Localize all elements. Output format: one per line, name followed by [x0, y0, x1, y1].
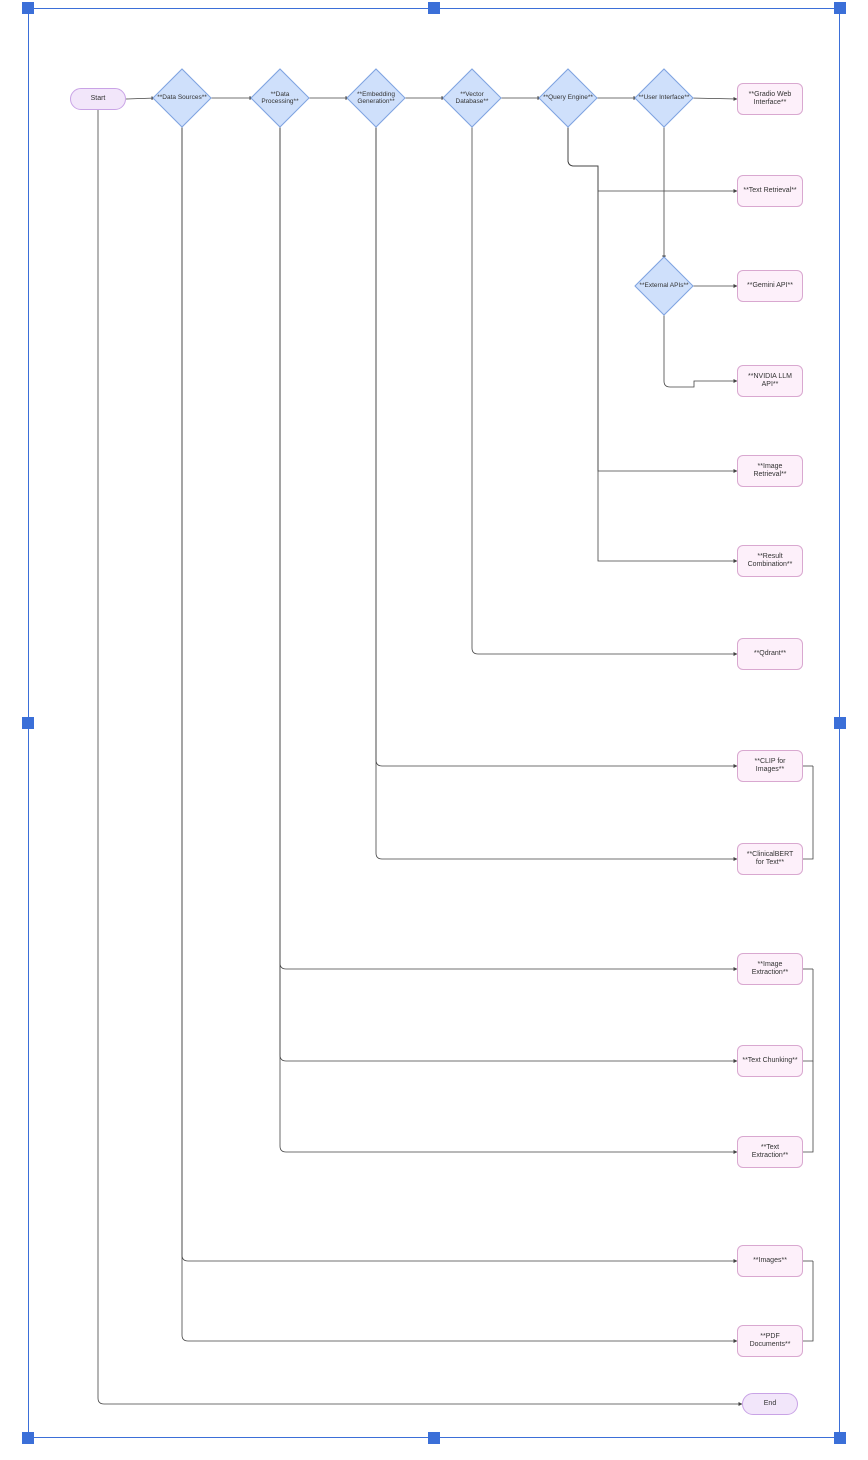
node-label: **Gemini API**	[747, 282, 793, 290]
selection-frame	[28, 8, 840, 1438]
node-data_sources[interactable]: **Data Sources**	[155, 71, 209, 125]
node-label: **Query Engine**	[541, 94, 595, 101]
node-label: **Images**	[753, 1257, 787, 1265]
node-label: **Image Retrieval**	[742, 463, 798, 480]
diagram-canvas[interactable]: Start **Data Sources** **Data Processing**…	[0, 0, 868, 1460]
node-label: **CLIP for Images**	[742, 758, 798, 775]
node-nvidia[interactable]: **NVIDIA LLM API**	[737, 365, 803, 397]
handle-sw[interactable]	[22, 1432, 34, 1444]
node-label: **Qdrant**	[754, 650, 786, 658]
edges-layer	[0, 0, 868, 1460]
node-start[interactable]: Start	[70, 88, 126, 110]
handle-s[interactable]	[428, 1432, 440, 1444]
handle-n[interactable]	[428, 2, 440, 14]
node-query_engine[interactable]: **Query Engine**	[541, 71, 595, 125]
node-label: **Text Retrieval**	[743, 187, 796, 195]
handle-w[interactable]	[22, 717, 34, 729]
node-result_comb[interactable]: **Result Combination**	[737, 545, 803, 577]
node-label: Start	[91, 95, 106, 103]
node-label: **External APIs**	[637, 282, 691, 289]
node-text_retrieval[interactable]: **Text Retrieval**	[737, 175, 803, 207]
node-gemini[interactable]: **Gemini API**	[737, 270, 803, 302]
node-clinicalbert[interactable]: **ClinicalBERT for Text**	[737, 843, 803, 875]
node-text_extraction[interactable]: **Text Extraction**	[737, 1136, 803, 1168]
node-image_retrieval[interactable]: **Image Retrieval**	[737, 455, 803, 487]
node-label: **PDF Documents**	[742, 1333, 798, 1350]
node-label: **ClinicalBERT for Text**	[742, 851, 798, 868]
node-gradio[interactable]: **Gradio Web Interface**	[737, 83, 803, 115]
node-text_chunking[interactable]: **Text Chunking**	[737, 1045, 803, 1077]
node-image_extraction[interactable]: **Image Extraction**	[737, 953, 803, 985]
handle-ne[interactable]	[834, 2, 846, 14]
node-label: **User Interface**	[637, 94, 691, 101]
node-vector_db[interactable]: **Vector Database**	[445, 71, 499, 125]
node-embedding_gen[interactable]: **Embedding Generation**	[349, 71, 403, 125]
node-label: **Gradio Web Interface**	[742, 91, 798, 108]
node-label: **Text Extraction**	[742, 1144, 798, 1161]
node-data_processing[interactable]: **Data Processing**	[253, 71, 307, 125]
node-label: **NVIDIA LLM API**	[742, 373, 798, 390]
node-label: **Image Extraction**	[742, 961, 798, 978]
node-pdf_docs[interactable]: **PDF Documents**	[737, 1325, 803, 1357]
node-label: End	[764, 1400, 776, 1408]
node-label: **Data Sources**	[155, 94, 209, 101]
handle-e[interactable]	[834, 717, 846, 729]
node-images[interactable]: **Images**	[737, 1245, 803, 1277]
node-external_apis[interactable]: **External APIs**	[637, 259, 691, 313]
handle-se[interactable]	[834, 1432, 846, 1444]
node-clip_images[interactable]: **CLIP for Images**	[737, 750, 803, 782]
node-qdrant[interactable]: **Qdrant**	[737, 638, 803, 670]
node-label: **Vector Database**	[445, 91, 499, 105]
node-label: **Result Combination**	[742, 553, 798, 570]
node-label: **Data Processing**	[253, 91, 307, 105]
node-end[interactable]: End	[742, 1393, 798, 1415]
node-label: **Embedding Generation**	[349, 91, 403, 105]
node-user_interface[interactable]: **User Interface**	[637, 71, 691, 125]
node-label: **Text Chunking**	[742, 1057, 797, 1065]
handle-nw[interactable]	[22, 2, 34, 14]
